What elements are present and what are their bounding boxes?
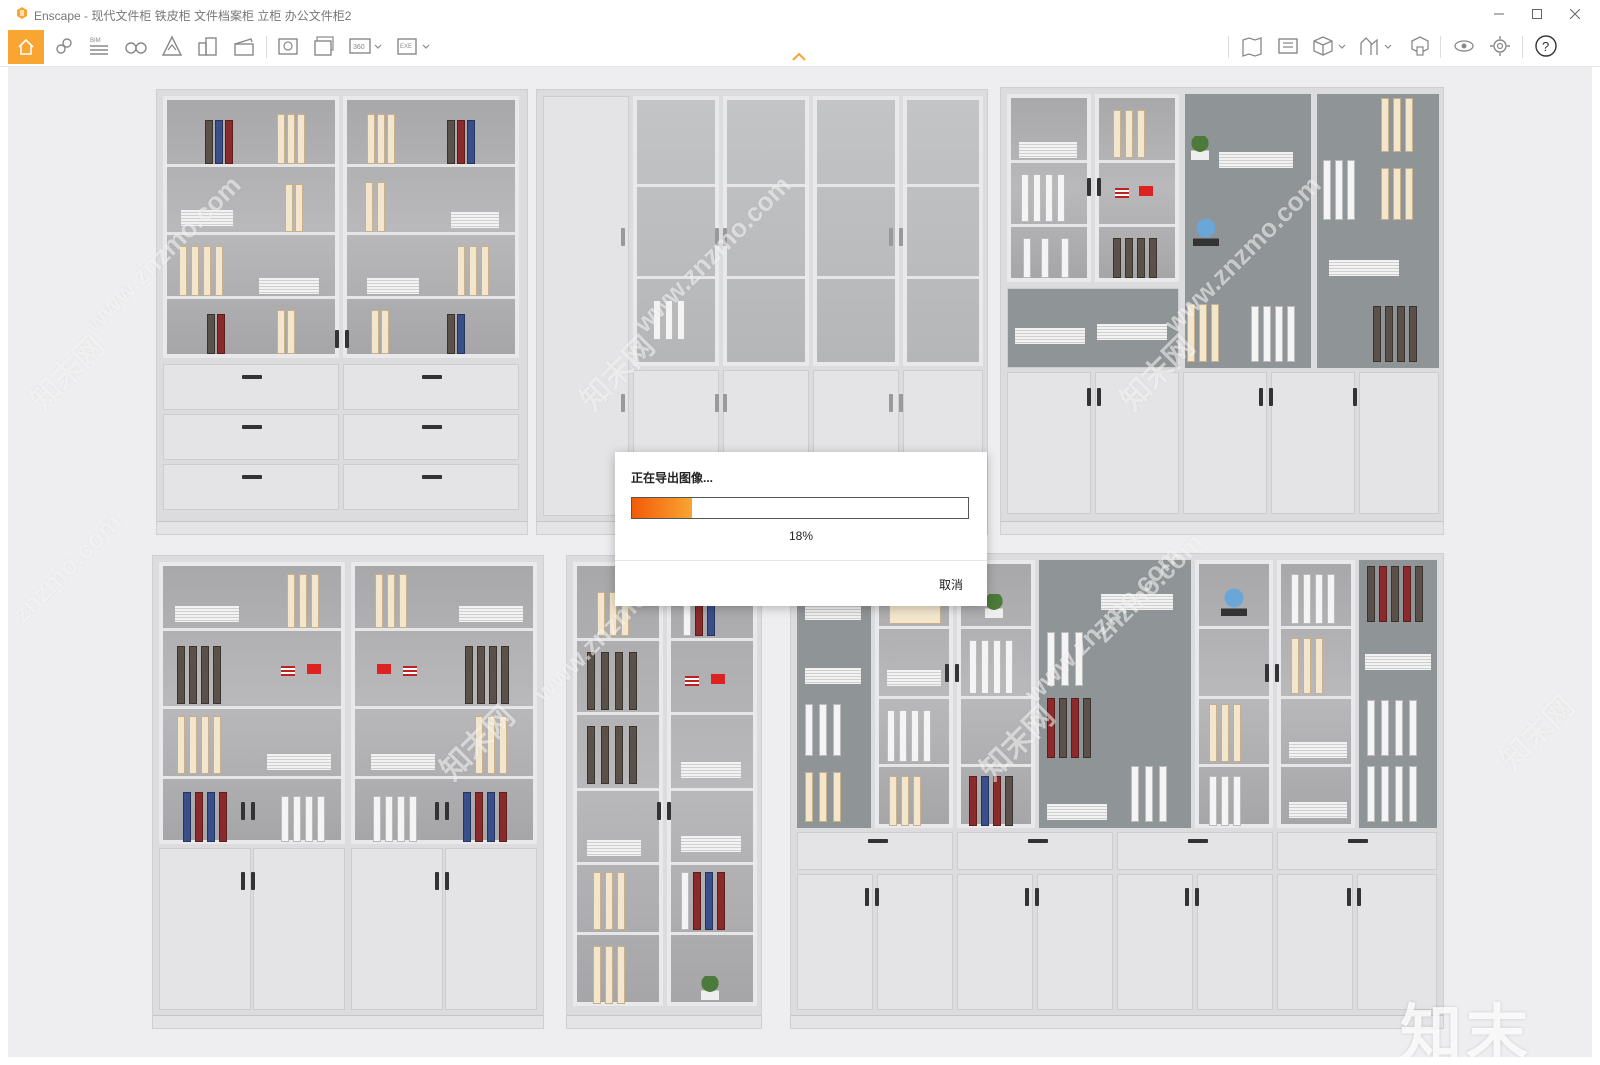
bottom-edge bbox=[0, 1057, 1600, 1065]
viewfinder-icon[interactable] bbox=[1276, 34, 1300, 58]
binoculars-icon[interactable] bbox=[124, 34, 148, 58]
clapper-icon[interactable] bbox=[232, 34, 256, 58]
watermark-cn-6: 知末网 bbox=[1494, 689, 1582, 777]
settings-gear-icon[interactable] bbox=[1488, 34, 1512, 58]
cabinet-combination bbox=[790, 553, 1444, 1029]
map-icon[interactable] bbox=[1240, 34, 1264, 58]
collapse-toolbar-chevron-icon[interactable] bbox=[792, 52, 806, 62]
glass-door-right bbox=[343, 96, 519, 358]
watermark-cn: 知末网 bbox=[24, 329, 112, 417]
enscape-logo-icon bbox=[17, 7, 27, 19]
buildings-icon[interactable] bbox=[196, 34, 220, 58]
maximize-icon[interactable] bbox=[1522, 4, 1552, 24]
dialog-divider bbox=[615, 560, 987, 561]
progress-percent: 18% bbox=[788, 529, 814, 543]
cabinet-glass-drawers bbox=[156, 89, 528, 535]
title-bar: Enscape - 现代文件柜 铁皮柜 文件档案柜 立柜 办公文件柜2 bbox=[0, 0, 1600, 28]
home-icon[interactable] bbox=[8, 30, 44, 64]
link-icon[interactable] bbox=[52, 34, 76, 58]
screenshot-icon[interactable] bbox=[276, 34, 300, 58]
pano-label: 360 bbox=[353, 44, 365, 51]
visual-settings-icon[interactable] bbox=[1452, 34, 1476, 58]
brand-watermark: 知末 bbox=[1399, 1000, 1532, 1057]
cabinet-glass-double bbox=[152, 555, 544, 1029]
export-progress-dialog: 正在导出图像... 18% 取消 bbox=[615, 452, 987, 606]
export-exe-icon[interactable]: EXE bbox=[396, 34, 432, 58]
asset-library-icon[interactable] bbox=[1358, 34, 1394, 58]
minimize-icon[interactable] bbox=[1484, 4, 1514, 24]
panorama-360-icon[interactable]: 360 bbox=[348, 34, 384, 58]
close-icon[interactable] bbox=[1560, 4, 1590, 24]
dialog-title: 正在导出图像... bbox=[631, 471, 714, 485]
glass-door-left bbox=[163, 96, 339, 358]
progress-bar bbox=[631, 497, 969, 519]
watermark-site-short: znzmo.com bbox=[8, 506, 128, 629]
exe-label: EXE bbox=[400, 44, 412, 50]
batch-render-icon[interactable] bbox=[312, 34, 336, 58]
help-icon[interactable]: ? bbox=[1534, 34, 1558, 58]
window-title: Enscape - 现代文件柜 铁皮柜 文件档案柜 立柜 办公文件柜2 bbox=[34, 9, 352, 23]
atmosphere-icon[interactable] bbox=[160, 34, 184, 58]
left-edge bbox=[0, 67, 8, 1057]
cabinet-tall-glass bbox=[566, 555, 762, 1029]
help-label: ? bbox=[1542, 39, 1549, 54]
materials-icon[interactable] bbox=[1408, 34, 1432, 58]
bim-icon[interactable]: BIM bbox=[87, 34, 111, 58]
progress-fill bbox=[632, 498, 693, 518]
bim-label: BIM bbox=[90, 38, 101, 44]
cabinet-open-shelving bbox=[1000, 87, 1444, 535]
cube-icon[interactable] bbox=[1312, 34, 1348, 58]
cancel-button[interactable]: 取消 bbox=[939, 576, 963, 593]
